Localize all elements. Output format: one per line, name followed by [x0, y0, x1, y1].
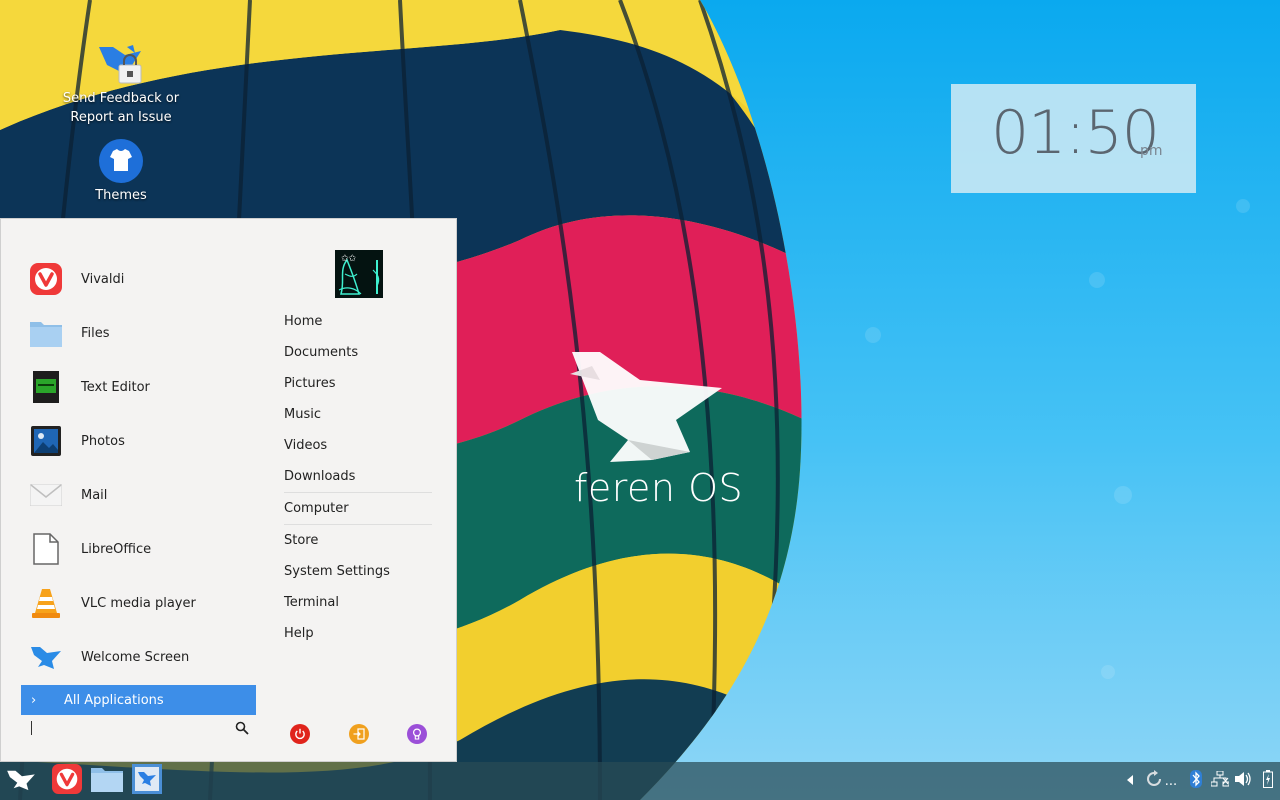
application-menu: Vivaldi Files Text Editor Photos Mail Li…: [0, 218, 457, 762]
mail-icon: [29, 478, 63, 512]
lightbulb-icon: [411, 725, 423, 744]
brand-wordmark: feren OS: [574, 466, 744, 510]
favorite-libreoffice[interactable]: LibreOffice: [29, 529, 151, 569]
suggestion-button[interactable]: [407, 724, 427, 744]
vivaldi-icon: [52, 764, 82, 798]
search-icon[interactable]: [235, 720, 249, 739]
favorite-label: Photos: [81, 433, 125, 449]
favorite-files[interactable]: Files: [29, 313, 110, 353]
photos-icon: [29, 424, 63, 458]
place-music[interactable]: Music: [284, 407, 321, 422]
favorite-label: Text Editor: [81, 379, 150, 395]
desktop-icon-label: Send Feedback or: [62, 91, 180, 106]
launcher-button[interactable]: [2, 764, 40, 798]
favorite-vlc[interactable]: VLC media player: [29, 583, 196, 623]
tray-network[interactable]: [1210, 770, 1230, 791]
favorite-welcome-screen[interactable]: Welcome Screen: [29, 637, 189, 677]
menu-search: [21, 717, 256, 741]
text-caret: [31, 721, 32, 735]
favorite-vivaldi[interactable]: Vivaldi: [29, 259, 124, 299]
chevron-right-icon: ›: [31, 692, 37, 708]
taskbar-files[interactable]: [90, 764, 124, 798]
expand-arrow-icon: [1126, 774, 1134, 789]
tray-expand-button[interactable]: [1120, 771, 1140, 791]
tray-volume[interactable]: [1233, 771, 1253, 791]
svg-text:✩✩: ✩✩: [341, 254, 357, 264]
updates-icon: [1144, 769, 1164, 793]
power-icon: [294, 725, 306, 744]
tray-updates[interactable]: [1144, 769, 1164, 793]
logout-button[interactable]: [349, 724, 369, 744]
vivaldi-icon: [29, 262, 63, 296]
places-divider: [284, 524, 432, 525]
taskbar-vivaldi[interactable]: [50, 764, 84, 798]
feren-bird-icon: [29, 640, 63, 674]
place-documents[interactable]: Documents: [284, 345, 358, 360]
tray-battery[interactable]: [1258, 770, 1278, 792]
favorite-photos[interactable]: Photos: [29, 421, 125, 461]
vlc-cone-icon: [29, 586, 63, 620]
place-downloads[interactable]: Downloads: [284, 469, 355, 484]
battery-icon: [1263, 770, 1273, 792]
search-input[interactable]: [33, 717, 227, 741]
places-divider: [284, 492, 432, 493]
shutdown-button[interactable]: [290, 724, 310, 744]
favorite-mail[interactable]: Mail: [29, 475, 107, 515]
place-home[interactable]: Home: [284, 314, 322, 329]
taskbar: ...: [0, 762, 1280, 800]
place-terminal[interactable]: Terminal: [284, 595, 339, 610]
clock-ampm: pm: [1140, 143, 1163, 159]
clock-widget: 01:50 pm: [951, 84, 1196, 193]
document-icon: [29, 532, 63, 566]
volume-icon: [1234, 771, 1252, 791]
text-editor-icon: [29, 370, 63, 404]
favorite-label: VLC media player: [81, 595, 196, 611]
favorite-text-editor[interactable]: Text Editor: [29, 367, 150, 407]
taskbar-welcome-screen[interactable]: [130, 764, 164, 798]
desktop-icon-themes[interactable]: Themes: [51, 138, 191, 205]
tray-bluetooth[interactable]: [1186, 770, 1206, 792]
feedback-bird-lock-icon: [97, 41, 145, 89]
place-system-settings[interactable]: System Settings: [284, 564, 390, 579]
welcome-screen-icon: [132, 764, 162, 798]
bluetooth-icon: [1190, 770, 1202, 792]
place-help[interactable]: Help: [284, 626, 314, 641]
desktop-icon-label: Report an Issue: [70, 110, 172, 125]
place-store[interactable]: Store: [284, 533, 318, 548]
favorite-label: Files: [81, 325, 110, 341]
folder-icon: [90, 765, 124, 797]
favorite-label: Vivaldi: [81, 271, 125, 287]
tray-overflow[interactable]: ...: [1164, 771, 1178, 791]
network-icon: [1210, 770, 1230, 791]
place-videos[interactable]: Videos: [284, 438, 327, 453]
favorite-label: Mail: [81, 487, 108, 503]
feren-bird-icon: [6, 767, 36, 795]
tshirt-icon: [97, 138, 145, 186]
user-avatar[interactable]: ✩✩: [335, 250, 383, 298]
place-pictures[interactable]: Pictures: [284, 376, 335, 391]
folder-icon: [29, 316, 63, 350]
favorite-label: LibreOffice: [81, 541, 152, 557]
desktop-icon-label: Themes: [95, 188, 147, 203]
clock-time: 01:50: [991, 98, 1160, 168]
logout-icon: [353, 725, 365, 744]
all-applications-button[interactable]: › All Applications: [21, 685, 256, 715]
favorite-label: Welcome Screen: [81, 649, 190, 665]
all-applications-label: All Applications: [64, 692, 164, 708]
place-computer[interactable]: Computer: [284, 501, 349, 516]
desktop-icon-send-feedback[interactable]: Send Feedback or Report an Issue: [51, 41, 191, 127]
